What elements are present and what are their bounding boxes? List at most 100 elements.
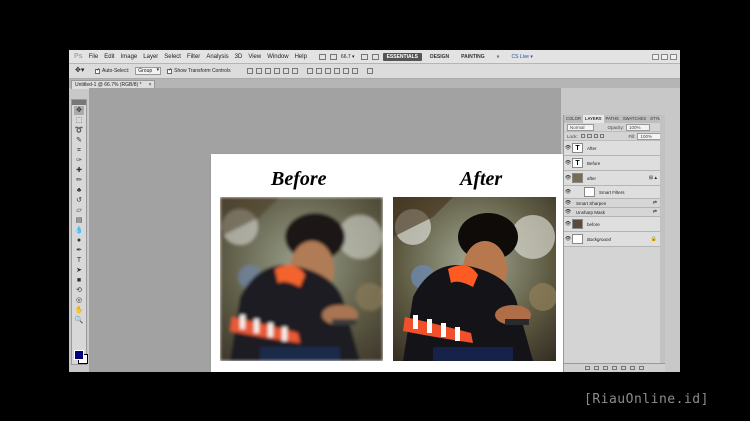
clone-stamp-tool-icon[interactable]: ♣ bbox=[74, 186, 84, 195]
workspace-more[interactable]: » bbox=[493, 53, 504, 61]
gradient-tool-icon[interactable]: ▤ bbox=[74, 216, 84, 225]
menu-3d[interactable]: 3D bbox=[235, 54, 243, 60]
move-tool-icon[interactable]: ✥ bbox=[74, 106, 84, 115]
filter-options-icon[interactable]: ⇌ bbox=[653, 200, 657, 206]
brush-tool-icon[interactable]: ✏ bbox=[74, 176, 84, 185]
tab-swatches[interactable]: SWATCHES bbox=[621, 115, 648, 123]
menu-select[interactable]: Select bbox=[164, 54, 181, 60]
menu-view[interactable]: View bbox=[248, 54, 261, 60]
layer-row-after-smart[interactable]: 👁 after ⊞ ▴ bbox=[564, 171, 665, 186]
quick-select-tool-icon[interactable]: ✎ bbox=[74, 136, 84, 145]
fill-field[interactable]: 100% bbox=[637, 132, 661, 140]
document-canvas[interactable]: Before After bbox=[211, 154, 569, 372]
menu-image[interactable]: Image bbox=[121, 54, 138, 60]
auto-select-checkbox[interactable]: Auto-Select: bbox=[95, 67, 129, 74]
tab-layers[interactable]: LAYERS bbox=[582, 115, 604, 123]
tab-paths[interactable]: PATHS bbox=[604, 115, 621, 123]
3d-rotate-tool-icon[interactable]: ⟲ bbox=[74, 286, 84, 295]
marquee-tool-icon[interactable]: ⬚ bbox=[74, 116, 84, 125]
lock-all-icon[interactable] bbox=[600, 134, 605, 138]
blend-mode-dropdown[interactable]: Normal bbox=[567, 123, 594, 131]
mini-bridge-icon[interactable] bbox=[329, 53, 337, 60]
align-left-icon[interactable] bbox=[273, 68, 280, 74]
align-vcenter-icon[interactable] bbox=[255, 68, 262, 74]
smart-filters-row[interactable]: 👁 Smart Filters bbox=[564, 186, 665, 199]
visibility-eye-icon[interactable]: 👁 bbox=[564, 221, 572, 227]
maximize-icon[interactable] bbox=[661, 53, 668, 60]
move-tool-preset-icon[interactable]: ✥▾ bbox=[75, 67, 85, 75]
workspace-design[interactable]: DESIGN bbox=[426, 53, 453, 61]
panel-scrollbar[interactable] bbox=[660, 115, 665, 372]
workspace-painting[interactable]: PAINTING bbox=[457, 53, 489, 61]
menu-help[interactable]: Help bbox=[295, 54, 307, 60]
add-mask-icon[interactable] bbox=[603, 366, 608, 370]
distribute-left-icon[interactable] bbox=[333, 68, 340, 74]
layer-row-before-text[interactable]: 👁 T Before bbox=[564, 156, 665, 171]
new-group-icon[interactable] bbox=[621, 366, 626, 370]
layer-row-background[interactable]: 👁 Background 🔒 bbox=[564, 232, 665, 247]
filter-row-smart-sharpen[interactable]: 👁 Smart Sharpen ⇌ bbox=[564, 199, 665, 208]
visibility-eye-icon[interactable]: 👁 bbox=[564, 209, 572, 215]
align-right-icon[interactable] bbox=[291, 68, 298, 74]
eyedropper-tool-icon[interactable]: ✑ bbox=[74, 156, 84, 165]
align-hcenter-icon[interactable] bbox=[282, 68, 289, 74]
lock-position-icon[interactable] bbox=[593, 134, 599, 138]
visibility-eye-icon[interactable]: 👁 bbox=[564, 189, 572, 195]
distribute-top-icon[interactable] bbox=[306, 68, 313, 74]
menu-layer[interactable]: Layer bbox=[143, 54, 158, 60]
distribute-bottom-icon[interactable] bbox=[324, 68, 331, 74]
type-tool-icon[interactable]: T bbox=[74, 256, 84, 265]
zoom-dropdown[interactable]: 66.7 ▾ bbox=[341, 54, 355, 60]
foreground-color-swatch[interactable] bbox=[74, 350, 84, 360]
filter-options-icon[interactable]: ⇌ bbox=[653, 209, 657, 215]
distribute-right-icon[interactable] bbox=[351, 68, 358, 74]
tab-color[interactable]: COLOR bbox=[564, 115, 583, 123]
link-layers-icon[interactable] bbox=[585, 366, 590, 370]
crop-tool-icon[interactable]: ⌗ bbox=[74, 146, 84, 155]
lasso-tool-icon[interactable]: ➰ bbox=[74, 126, 84, 135]
3d-camera-tool-icon[interactable]: ◎ bbox=[74, 296, 84, 305]
menu-file[interactable]: File bbox=[89, 54, 99, 60]
layer-style-icon[interactable] bbox=[594, 366, 599, 370]
path-selection-tool-icon[interactable]: ➤ bbox=[74, 266, 84, 275]
zoom-tool-icon[interactable]: 🔍 bbox=[74, 316, 84, 325]
bridge-icon[interactable] bbox=[318, 53, 326, 60]
menu-edit[interactable]: Edit bbox=[104, 54, 114, 60]
distribute-hcenter-icon[interactable] bbox=[342, 68, 349, 74]
layer-row-after-text[interactable]: 👁 T After bbox=[564, 141, 665, 156]
align-top-icon[interactable] bbox=[246, 68, 253, 74]
lock-image-icon[interactable] bbox=[587, 134, 592, 138]
filter-row-unsharp-mask[interactable]: 👁 Unsharp Mask ⇌ bbox=[564, 208, 665, 217]
lock-pixels-icon[interactable] bbox=[580, 134, 586, 138]
history-brush-tool-icon[interactable]: ↺ bbox=[74, 196, 84, 205]
close-icon[interactable] bbox=[670, 53, 677, 60]
visibility-eye-icon[interactable]: 👁 bbox=[564, 175, 572, 181]
auto-align-icon[interactable] bbox=[366, 68, 373, 74]
eraser-tool-icon[interactable]: ▱ bbox=[74, 206, 84, 215]
opacity-field[interactable]: 100% bbox=[626, 123, 650, 131]
layer-row-before-image[interactable]: 👁 before bbox=[564, 217, 665, 232]
arrange-documents-icon[interactable] bbox=[360, 53, 368, 60]
menu-filter[interactable]: Filter bbox=[187, 54, 200, 60]
show-transform-checkbox[interactable]: Show Transform Controls bbox=[167, 67, 231, 74]
blur-tool-icon[interactable]: 💧 bbox=[74, 226, 84, 235]
panel-grip[interactable] bbox=[72, 100, 86, 105]
shape-tool-icon[interactable]: ■ bbox=[74, 276, 84, 285]
minimize-icon[interactable] bbox=[652, 53, 659, 60]
cs-live-button[interactable]: CS Live ▾ bbox=[511, 54, 532, 60]
auto-select-dropdown[interactable]: Group bbox=[135, 67, 162, 75]
adjustment-layer-icon[interactable] bbox=[612, 366, 617, 370]
menu-window[interactable]: Window bbox=[267, 54, 288, 60]
align-bottom-icon[interactable] bbox=[264, 68, 271, 74]
distribute-vcenter-icon[interactable] bbox=[315, 68, 322, 74]
workspace-essentials[interactable]: ESSENTIALS bbox=[382, 52, 422, 61]
visibility-eye-icon[interactable]: 👁 bbox=[564, 160, 572, 166]
visibility-eye-icon[interactable]: 👁 bbox=[564, 236, 572, 242]
dodge-tool-icon[interactable]: ● bbox=[74, 236, 84, 245]
new-layer-icon[interactable] bbox=[630, 366, 635, 370]
menu-analysis[interactable]: Analysis bbox=[206, 54, 228, 60]
healing-brush-tool-icon[interactable]: ✚ bbox=[74, 166, 84, 175]
visibility-eye-icon[interactable]: 👁 bbox=[564, 145, 572, 151]
pen-tool-icon[interactable]: ✒ bbox=[74, 246, 84, 255]
visibility-eye-icon[interactable]: 👁 bbox=[564, 200, 572, 206]
